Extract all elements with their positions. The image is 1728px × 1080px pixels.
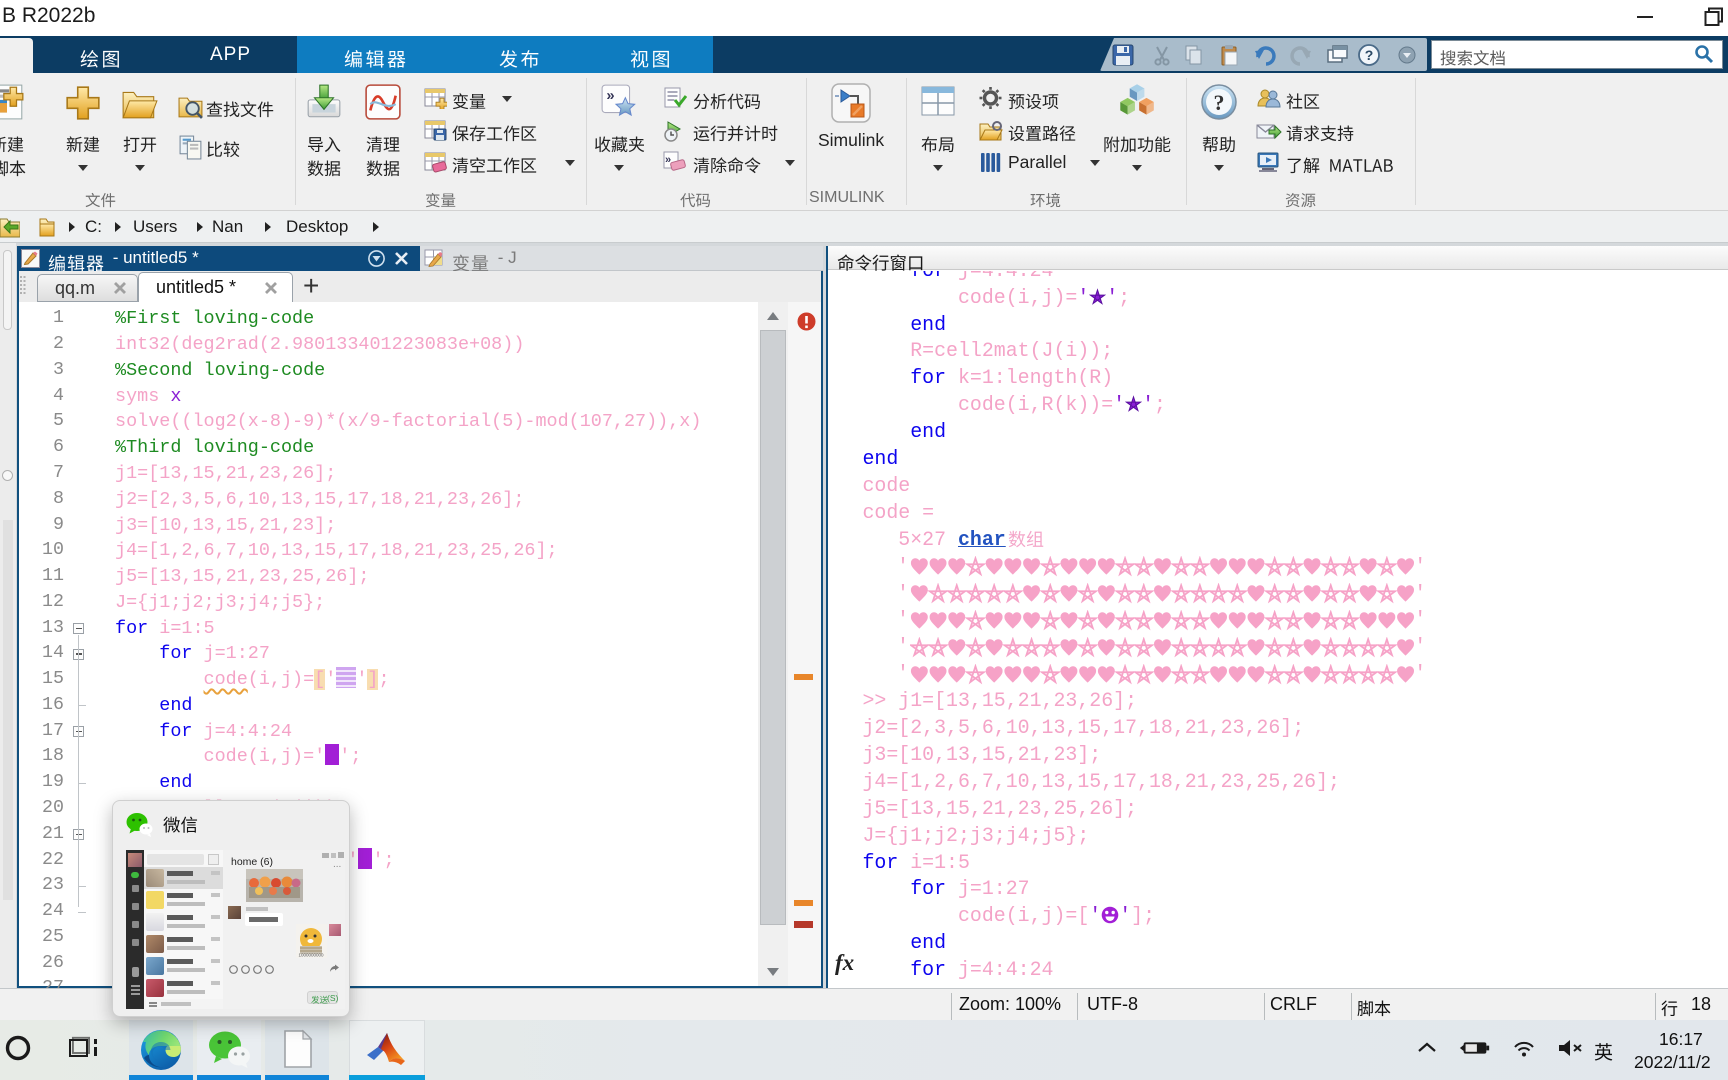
svg-text:1000000000: 1000000000 xyxy=(298,953,324,958)
svg-text:»: » xyxy=(606,88,614,104)
svg-text:?: ? xyxy=(1365,47,1374,63)
svg-text:?: ? xyxy=(1214,90,1225,115)
